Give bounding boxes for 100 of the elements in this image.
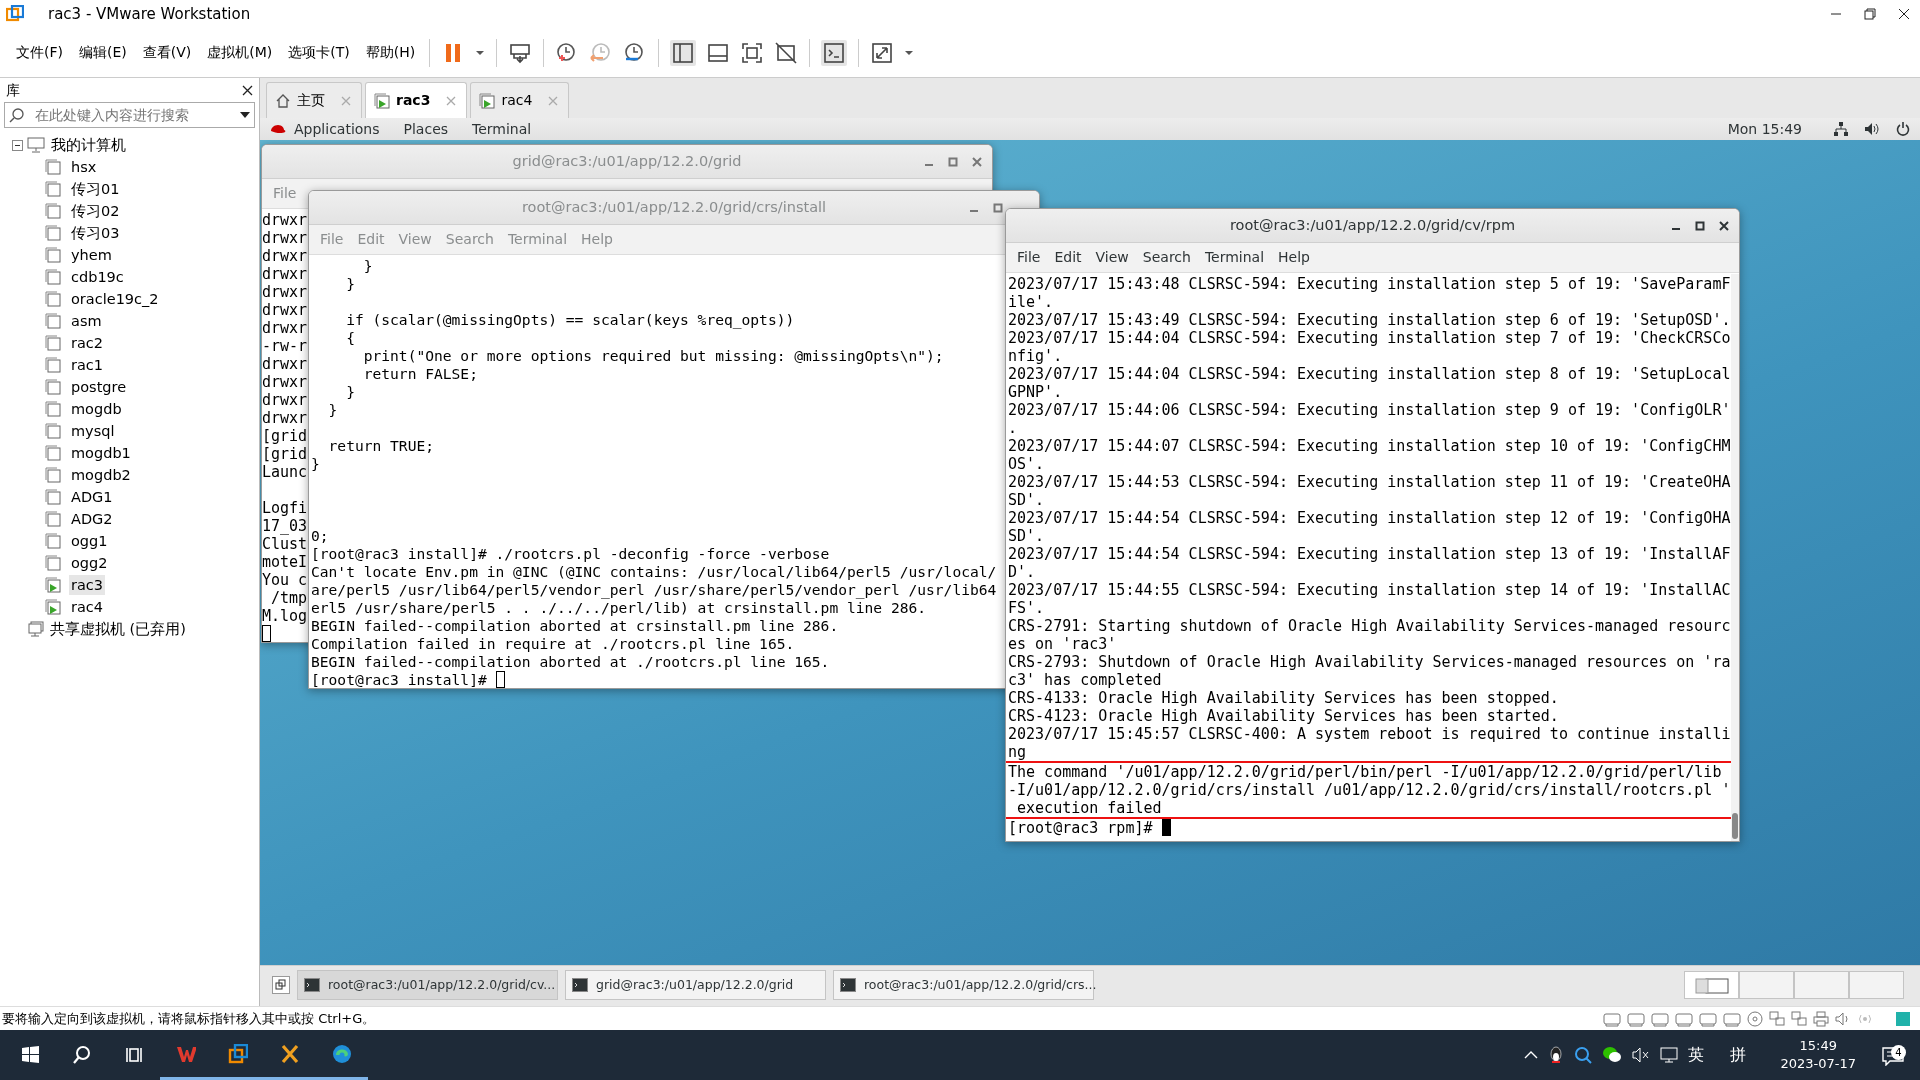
printer-icon[interactable] (1812, 1009, 1830, 1028)
scrollbar[interactable] (1731, 274, 1739, 841)
tab[interactable]: rac4 (470, 82, 570, 118)
tree-item[interactable]: ogg1 (69, 531, 110, 551)
terminal-line: moteI (262, 553, 308, 571)
search-field[interactable]: 在此处键入内容进行搜索 (4, 102, 255, 128)
tree-item[interactable]: mogdb2 (69, 465, 133, 485)
message-icon[interactable] (1894, 1009, 1912, 1028)
menu-item[interactable]: File (1010, 247, 1048, 268)
window-title: root@rac3:/u01/app/12.2.0/grid/cv/rpm (1229, 215, 1516, 235)
fullscreen-icon[interactable] (740, 40, 765, 65)
tree-item[interactable]: ADG2 (69, 509, 115, 529)
clock[interactable]: 15:49 2023-07-17 (1780, 1037, 1856, 1073)
unity-icon[interactable] (774, 40, 799, 65)
chat-icon[interactable] (1602, 1046, 1623, 1064)
terminal-line: FS'. (1008, 599, 1045, 617)
tree-item[interactable]: 传习01 (69, 179, 122, 199)
tree-item[interactable]: ogg2 (69, 553, 110, 573)
tree-item[interactable]: 共享虚拟机 (已弃用) (48, 619, 188, 639)
power-icon[interactable] (1896, 122, 1910, 136)
menu-item[interactable]: View (1088, 247, 1136, 268)
tree-item[interactable]: ADG1 (69, 487, 115, 507)
cd-icon[interactable] (1746, 1009, 1764, 1028)
notification-icon[interactable] (1882, 1045, 1904, 1066)
input-mode[interactable]: 拼 (1730, 1043, 1747, 1067)
menu-item[interactable]: 文件(F) (8, 38, 71, 67)
sync-icon[interactable] (1574, 1046, 1593, 1064)
tree-item[interactable]: 传习03 (69, 223, 122, 243)
network-adapter-icon[interactable] (1768, 1009, 1786, 1028)
search-icon (9, 107, 25, 123)
terminal-line: } (345, 383, 355, 400)
tree-item[interactable]: mogdb1 (69, 443, 133, 463)
tree-item[interactable]: mysql (69, 421, 117, 441)
workstation-icon[interactable] (228, 1043, 248, 1064)
menu-item[interactable]: 查看(V) (134, 38, 200, 67)
terminal-line: 2023/07/17 15:45:57 CLSRSC-400: A system reboot is required to continue installi (1008, 725, 1731, 743)
tab[interactable]: rac3 (365, 82, 468, 118)
tree-item[interactable]: asm (69, 311, 104, 331)
stretch-icon[interactable] (870, 40, 895, 65)
close-icon[interactable] (1898, 8, 1910, 20)
menu-item[interactable]: 选项卡(T) (280, 38, 358, 67)
volume-icon[interactable] (1864, 122, 1880, 136)
search-icon[interactable] (72, 1045, 92, 1065)
monitor-icon[interactable] (1660, 1047, 1679, 1063)
maximize-icon[interactable] (1695, 221, 1705, 231)
shared-vm-icon (28, 621, 44, 637)
menu-item[interactable]: 虚拟机(M) (199, 38, 281, 67)
window-list-item[interactable]: root@rac3:/u01/app/12.2.0/grid/cv... (297, 970, 558, 1000)
caret-icon[interactable] (240, 111, 250, 119)
tab[interactable]: 主页 (266, 82, 362, 118)
tree-item[interactable]: 我的计算机 (49, 135, 128, 155)
date: 2023-07-17 (1780, 1055, 1856, 1073)
tree-item[interactable]: rac3 (69, 575, 106, 595)
tree-item[interactable]: mogdb (69, 399, 124, 419)
close-icon[interactable] (242, 84, 253, 96)
network-icon[interactable] (1834, 122, 1848, 136)
terminal-line: ile'. (1008, 293, 1054, 311)
terminal-line: drwxr (262, 247, 308, 265)
tree-item[interactable]: cdb19c (69, 267, 126, 287)
console-icon[interactable] (821, 39, 848, 66)
collapse-icon[interactable] (12, 139, 23, 151)
close-icon[interactable] (1719, 221, 1729, 231)
input-language[interactable]: 英 (1688, 1043, 1705, 1067)
tree-item[interactable]: rac1 (69, 355, 106, 375)
restore-icon[interactable] (1864, 8, 1876, 20)
scrollbar-thumb[interactable] (1732, 813, 1738, 839)
menu-item[interactable]: Terminal (472, 118, 532, 140)
menu-item[interactable]: Applications (270, 118, 380, 140)
terminal-line: are/perl5 /usr/lib64/perl5/vendor_perl /usr/share/perl5/vendor_perl /usr/lib64 (311, 581, 997, 598)
muted-speaker-icon[interactable] (1632, 1047, 1651, 1063)
menu-item[interactable]: Search (1135, 247, 1198, 268)
menu-item[interactable]: Places (403, 118, 449, 140)
terminal-line: 2023/07/17 15:44:06 CLSRSC-594: Executing installation step 9 of 19: 'ConfigOLR' (1008, 401, 1731, 419)
terminal-line: [root@rac3 rpm]# (1008, 819, 1153, 837)
shell-icon[interactable] (280, 1043, 300, 1064)
menu-item[interactable]: 编辑(E) (71, 38, 135, 67)
tree-item[interactable]: rac2 (69, 333, 106, 353)
tree-item[interactable]: oracle19c_2 (69, 289, 161, 309)
tree-item[interactable]: postgre (69, 377, 129, 397)
show-desktop-icon[interactable] (272, 976, 290, 994)
tree-item[interactable]: 传习02 (69, 201, 122, 221)
browser-icon[interactable] (332, 1043, 352, 1064)
network-adapter-icon[interactable] (1790, 1009, 1808, 1028)
sidebar-view-icon[interactable] (670, 39, 697, 66)
terminal-line: GPNP'. (1008, 383, 1063, 401)
menu-item[interactable]: Edit (1047, 247, 1089, 268)
menu-item[interactable]: Terminal (1197, 247, 1272, 268)
window-list-item[interactable]: grid@rac3:/u01/app/12.2.0/grid (565, 970, 826, 1000)
menu-item[interactable]: 帮助(H) (357, 38, 424, 67)
terminal-line: c3' has completed (1008, 671, 1162, 689)
tree-item[interactable]: yhem (69, 245, 114, 265)
task-view-icon[interactable] (124, 1045, 144, 1065)
window-list-item[interactable]: root@rac3:/u01/app/12.2.0/grid/crs... (833, 970, 1094, 1000)
clock: Mon 15:49 (1727, 119, 1802, 139)
chevron-up-icon[interactable] (1524, 1050, 1539, 1060)
menu-item[interactable]: Help (1271, 247, 1317, 268)
start-icon[interactable] (20, 1045, 40, 1065)
tree-item[interactable]: rac4 (69, 597, 106, 617)
tree-item[interactable]: hsx (69, 157, 99, 177)
penguin-icon[interactable] (1548, 1046, 1565, 1064)
